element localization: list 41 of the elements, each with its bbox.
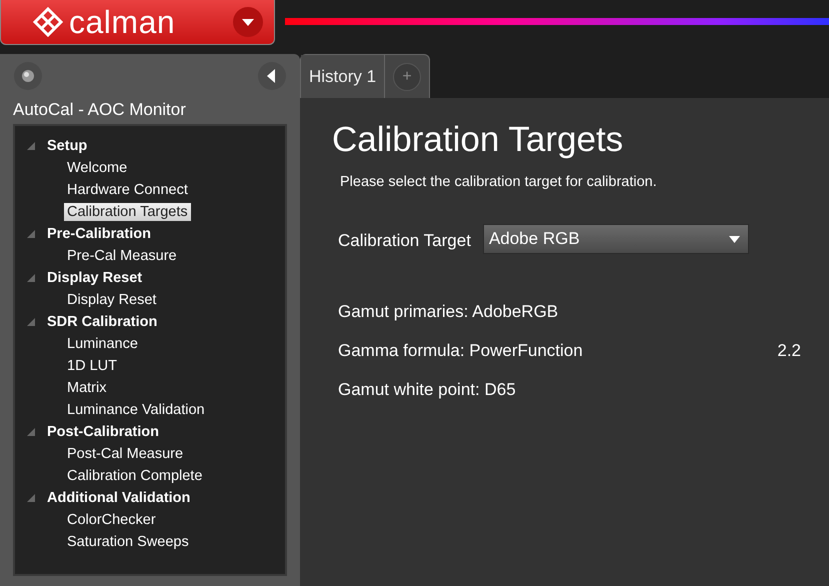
logo-button[interactable]: calman bbox=[0, 0, 275, 45]
dropdown-caret-icon[interactable] bbox=[232, 6, 264, 38]
tree-item[interactable]: Saturation Sweeps bbox=[64, 533, 192, 551]
tab[interactable]: History 1 bbox=[301, 55, 386, 98]
tree-group[interactable]: Pre-Calibration bbox=[47, 226, 151, 242]
expanded-triangle-icon[interactable] bbox=[27, 428, 35, 436]
expanded-triangle-icon[interactable] bbox=[27, 142, 35, 150]
tree-item[interactable]: Calibration Targets bbox=[64, 203, 191, 221]
caret-icon bbox=[728, 236, 740, 242]
tree-item[interactable]: Luminance Validation bbox=[64, 401, 208, 419]
tree-group[interactable]: Post-Calibration bbox=[47, 424, 159, 440]
tree-item[interactable]: 1D LUT bbox=[64, 357, 120, 375]
tree-group[interactable]: SDR Calibration bbox=[47, 314, 158, 330]
diamond-logo-icon bbox=[33, 7, 63, 37]
field-label: Calibration Target bbox=[338, 231, 471, 251]
tree-group[interactable]: Setup bbox=[47, 138, 88, 154]
tree-group[interactable]: Display Reset bbox=[47, 270, 142, 286]
tree-item[interactable]: Post-Cal Measure bbox=[64, 445, 186, 463]
expanded-triangle-icon[interactable] bbox=[27, 274, 35, 282]
tree-item[interactable]: Matrix bbox=[64, 379, 110, 397]
expanded-triangle-icon[interactable] bbox=[27, 230, 35, 238]
property-value: 2.2 bbox=[777, 340, 801, 360]
tree-item[interactable]: Luminance bbox=[64, 335, 141, 353]
sidebar-title: AutoCal - AOC Monitor bbox=[13, 100, 187, 120]
tree-group[interactable]: Additional Validation bbox=[47, 490, 190, 506]
instruction-text: Please select the calibration target for calibration. bbox=[340, 174, 658, 190]
target-dropdown[interactable]: Adobe RGB bbox=[482, 224, 749, 254]
expanded-triangle-icon[interactable] bbox=[27, 318, 35, 326]
tree-item[interactable]: Welcome bbox=[64, 159, 130, 177]
tree-item[interactable]: Display Reset bbox=[64, 291, 160, 309]
property-text: Gamut primaries: AdobeRGB bbox=[338, 302, 558, 322]
property-text: Gamma formula: PowerFunction bbox=[338, 340, 583, 360]
logo-text: calman bbox=[69, 4, 176, 40]
property-text: Gamut white point: D65 bbox=[338, 380, 516, 400]
tree-item[interactable]: Calibration Complete bbox=[64, 467, 206, 485]
page-title: Calibration Targets bbox=[332, 120, 624, 160]
tree-item[interactable]: Pre-Cal Measure bbox=[64, 247, 180, 265]
expanded-triangle-icon[interactable] bbox=[27, 494, 35, 502]
knob-icon[interactable] bbox=[13, 61, 43, 91]
tree-item[interactable]: Hardware Connect bbox=[64, 181, 191, 199]
tree-item[interactable]: ColorChecker bbox=[64, 511, 159, 529]
